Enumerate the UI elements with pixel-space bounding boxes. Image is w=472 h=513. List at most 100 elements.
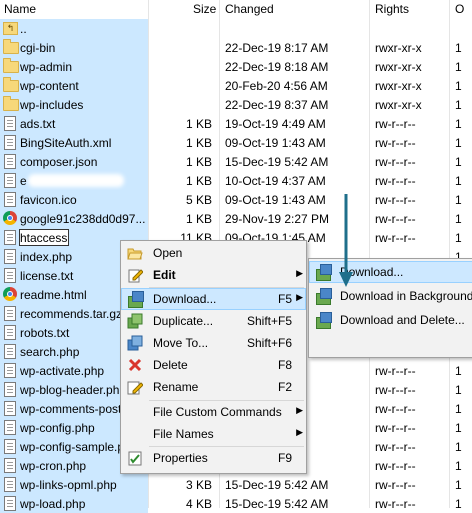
file-name: wp-activate.php [20,364,105,378]
document-icon [4,192,16,207]
menu-item-properties[interactable]: Properties F9 [121,447,306,469]
menu-item-label: Edit [153,268,176,282]
file-rights: rw-r--r-- [375,440,416,454]
file-changed: 15-Dec-19 5:42 AM [225,478,329,492]
file-owner: 1 [455,231,462,245]
download-icon [315,264,332,281]
document-icon [4,135,16,150]
file-name: cgi-bin [20,41,56,55]
menu-item-download[interactable]: Download... F5 ▶ [121,288,306,310]
file-name: wp-blog-header.php [20,383,127,397]
file-name: wp-includes [20,98,84,112]
file-owner: 1 [455,79,462,93]
file-owner: 1 [455,60,462,74]
file-owner: 1 [455,41,462,55]
document-icon [4,401,16,416]
menu-item-move-to[interactable]: Move To... Shift+F6 [121,332,306,354]
submenu-arrow-icon: ▶ [296,427,303,437]
file-size: 1 KB [185,155,212,169]
folder-icon [3,39,19,54]
file-owner: 1 [455,98,462,112]
file-row[interactable]: wp-load.php 4 KB 15-Dec-19 5:42 AM rw-r--r-… [0,494,472,513]
column-header-name[interactable]: Name [4,2,36,16]
file-name: wp-links-opml.php [20,478,117,492]
file-rights: rw-r--r-- [375,364,416,378]
file-row[interactable]: wp-admin 22-Dec-19 8:18 AM rwxr-xr-x 1 [0,57,472,76]
file-name: wp-cron.php [20,459,87,473]
file-row[interactable]: wp-content 20-Feb-20 4:56 AM rwxr-xr-x 1 [0,76,472,95]
file-size: 4 KB [185,497,212,511]
file-changed: 29-Nov-19 2:27 PM [225,212,330,226]
submenu-arrow-icon: ▶ [296,292,303,302]
file-list-header: Name Size Changed Rights O [0,0,472,19]
file-owner: 1 [455,155,462,169]
file-row[interactable]: BingSiteAuth.xml 1 KB 09-Oct-19 1:43 AM rw-… [0,133,472,152]
menu-item-delete[interactable]: Delete F8 [121,354,306,376]
menu-item-edit[interactable]: Edit ▶ [121,264,306,286]
column-header-rights[interactable]: Rights [375,2,409,16]
file-row[interactable]: ↰.. [0,19,472,38]
menu-item-file-custom-commands[interactable]: File Custom Commands ▶ [121,401,306,423]
menu-item-duplicate[interactable]: Duplicate... Shift+F5 [121,310,306,332]
file-row[interactable]: e 1 KB 10-Oct-19 4:37 AM rw-r--r-- 1 [0,171,472,190]
delete-icon [127,357,143,373]
document-icon [4,439,16,454]
document-icon [4,420,16,435]
menu-item-file-names[interactable]: File Names ▶ [121,423,306,445]
column-header-size[interactable]: Size [193,2,216,16]
document-icon [4,173,16,188]
download-submenu: Download... Download in Background Downl… [308,258,472,358]
up-folder-icon: ↰ [3,22,18,35]
download-icon [127,291,144,308]
file-owner: 1 [455,421,462,435]
file-row[interactable]: cgi-bin 22-Dec-19 8:17 AM rwxr-xr-x 1 [0,38,472,57]
submenu-item-download-background[interactable]: Download in Background [309,285,472,307]
file-row[interactable]: favicon.ico 5 KB 09-Oct-19 1:43 AM rw-r--r-… [0,190,472,209]
file-rights: rwxr-xr-x [375,98,422,112]
properties-icon [127,450,143,466]
document-icon [4,363,16,378]
submenu-item-download[interactable]: Download... [309,261,472,283]
file-name: wp-content [20,79,79,93]
file-rights: rw-r--r-- [375,117,416,131]
file-row[interactable]: ads.txt 1 KB 19-Oct-19 4:49 AM rw-r--r-- 1 [0,114,472,133]
file-row[interactable]: google91c238dd0d97... 1 KB 29-Nov-19 2:27 … [0,209,472,228]
file-owner: 1 [455,383,462,397]
file-row[interactable]: wp-includes 22-Dec-19 8:37 AM rwxr-xr-x 1 [0,95,472,114]
file-name: readme.html [20,288,87,302]
column-header-owner[interactable]: O [455,2,464,16]
file-changed: 15-Dec-19 5:42 AM [225,497,329,511]
file-size: 1 KB [185,174,212,188]
menu-item-shortcut: F2 [277,380,292,394]
file-rights: rw-r--r-- [375,402,416,416]
file-row[interactable]: composer.json 1 KB 15-Dec-19 5:42 AM rw-r--… [0,152,472,171]
file-name: index.php [20,250,73,264]
file-size: 1 KB [185,136,212,150]
file-name: BingSiteAuth.xml [20,136,112,150]
context-menu: Open Edit ▶ Download... F5 ▶ Duplicate..… [120,240,307,474]
file-changed: 22-Dec-19 8:37 AM [225,98,329,112]
menu-item-shortcut: F8 [277,358,292,372]
file-changed: 20-Feb-20 4:56 AM [225,79,328,93]
menu-item-label: Open [153,246,183,260]
column-header-changed[interactable]: Changed [225,2,274,16]
document-icon [4,496,16,511]
menu-item-shortcut: F9 [277,451,292,465]
document-icon [4,154,16,169]
file-rights: rw-r--r-- [375,231,416,245]
menu-item-open[interactable]: Open [121,242,306,264]
file-owner: 1 [455,174,462,188]
file-changed: 09-Oct-19 1:43 AM [225,136,326,150]
file-size: 1 KB [185,212,212,226]
file-rights: rwxr-xr-x [375,41,422,55]
submenu-item-download-delete[interactable]: Download and Delete... [309,309,472,331]
file-name: google91c238dd0d97... [20,212,146,226]
file-row[interactable]: wp-links-opml.php 3 KB 15-Dec-19 5:42 AM rw… [0,475,472,494]
file-changed: 19-Oct-19 4:49 AM [225,117,326,131]
document-icon [4,344,16,359]
edit-icon [127,267,144,283]
file-owner: 1 [455,402,462,416]
file-name: wp-admin [20,60,73,74]
menu-item-rename[interactable]: Rename F2 [121,376,306,398]
menu-item-label: Download... [153,292,217,306]
